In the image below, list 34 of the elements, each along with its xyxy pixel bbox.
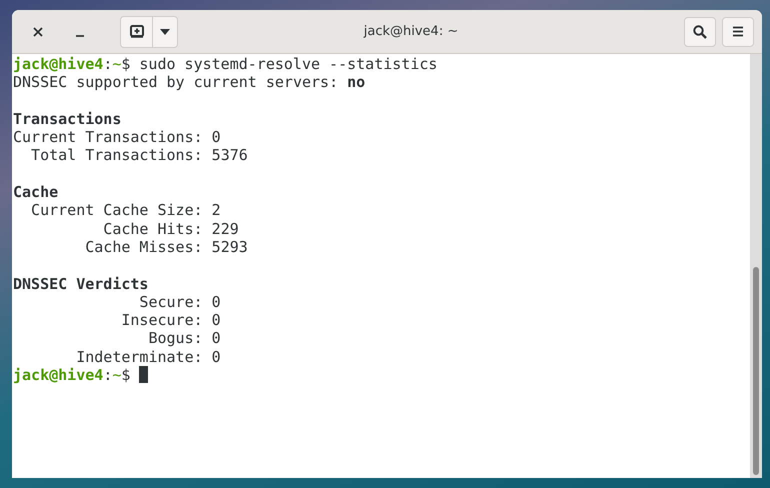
new-tab-button[interactable]: [121, 16, 153, 46]
output-line: DNSSEC supported by current servers: no: [13, 73, 366, 92]
command-text: sudo systemd-resolve --statistics: [139, 55, 438, 73]
section-heading: Transactions: [13, 110, 122, 128]
search-button[interactable]: [684, 16, 716, 46]
menu-button[interactable]: [722, 16, 754, 46]
close-icon: [33, 26, 43, 36]
output-line: Current Transactions: 0: [13, 128, 221, 146]
dropdown-button[interactable]: [153, 16, 177, 46]
output-line: Total Transactions: 5376: [30, 146, 248, 164]
prompt-symbol: $: [121, 366, 130, 384]
caret-icon: [160, 28, 170, 34]
scrollbar-thumb[interactable]: [753, 267, 759, 475]
output-line: Secure: 0: [138, 292, 221, 311]
section-heading: Cache: [13, 183, 58, 202]
prompt-separator: :: [103, 55, 112, 73]
section-heading: DNSSEC Verdicts: [13, 274, 148, 293]
new-tab-icon: [130, 25, 144, 38]
menu-icon: [732, 26, 744, 37]
prompt-path: ~: [112, 366, 122, 384]
output-line: Indeterminate: 0: [75, 348, 221, 366]
prompt-user: jack@hive4: [13, 366, 104, 384]
prompt-path: ~: [112, 55, 122, 73]
output-line: Cache Hits: 229: [102, 220, 239, 238]
output-line: Current Cache Size: 2: [30, 201, 221, 220]
minimize-icon: [76, 34, 84, 36]
window-title: jack@hive4: ~: [362, 24, 460, 39]
output-line: Insecure: 0: [120, 311, 221, 330]
prompt-separator: :: [103, 366, 112, 384]
output-line: Cache Misses: 5293: [84, 238, 248, 256]
search-icon: [693, 24, 707, 38]
prompt-symbol: $: [121, 55, 130, 73]
prompt-user: jack@hive4: [13, 55, 104, 73]
output-line: Bogus: 0: [147, 329, 221, 348]
